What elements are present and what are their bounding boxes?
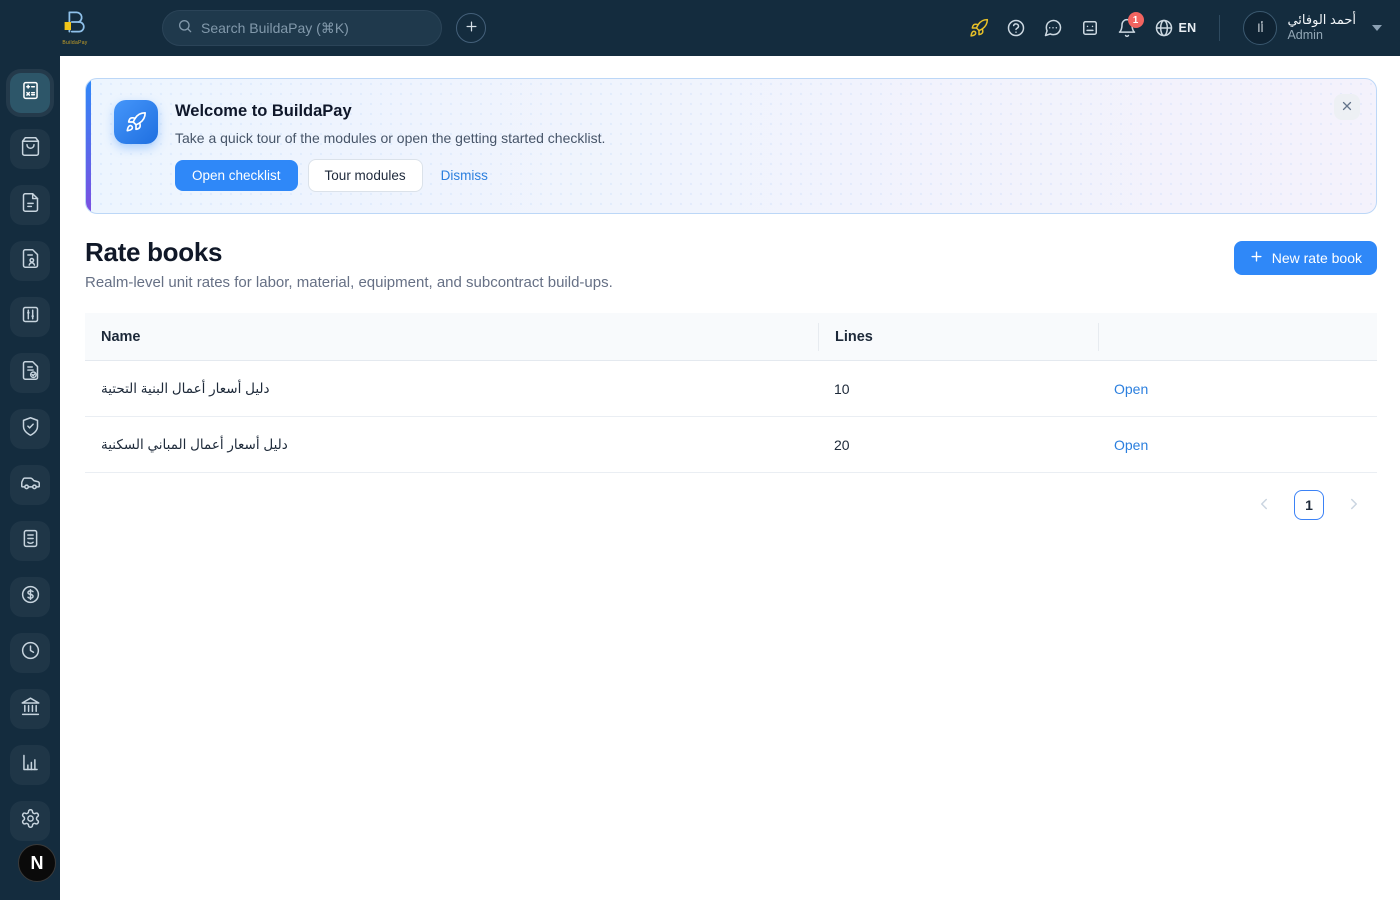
- banner-description: Take a quick tour of the modules or open…: [175, 130, 606, 146]
- open-checklist-button[interactable]: Open checklist: [175, 160, 298, 191]
- sidebar-item-calculator[interactable]: [10, 73, 50, 113]
- sliders-icon: [20, 304, 41, 330]
- sidebar-item-contracts[interactable]: [10, 241, 50, 281]
- sidebar-item-reports[interactable]: [10, 745, 50, 785]
- sidebar-item-payments[interactable]: [10, 577, 50, 617]
- globe-icon: [1154, 18, 1174, 38]
- file-check-icon: [20, 360, 41, 386]
- bar-chart-icon: [20, 752, 41, 778]
- notifications-bell-icon[interactable]: 1: [1117, 12, 1144, 38]
- user-name: أحمد الوفائي: [1287, 12, 1356, 28]
- sidebar-item-time[interactable]: [10, 633, 50, 673]
- sidebar-item-shopping-bag[interactable]: [10, 129, 50, 169]
- pagination-page-1[interactable]: 1: [1294, 490, 1324, 520]
- sidebar-item-documents[interactable]: [10, 185, 50, 225]
- language-label: EN: [1178, 21, 1197, 35]
- tour-rocket-icon[interactable]: [969, 18, 989, 38]
- sidebar-item-settings[interactable]: [10, 801, 50, 841]
- banner-accent-stripe: [86, 79, 91, 213]
- column-header-actions: [1098, 322, 1377, 351]
- pagination-next-button[interactable]: [1345, 495, 1363, 516]
- sidebar-item-compliance[interactable]: [10, 409, 50, 449]
- main-content: Welcome to BuildaPay Take a quick tour o…: [60, 56, 1400, 900]
- sidebar-item-approvals[interactable]: [10, 353, 50, 393]
- rate-book-name: دليل أسعار أعمال البنية التحتية: [101, 380, 270, 396]
- chevron-down-icon: [1372, 25, 1382, 31]
- open-link[interactable]: Open: [1114, 437, 1148, 453]
- shield-check-icon: [20, 416, 41, 442]
- search-input[interactable]: [201, 20, 427, 36]
- language-switcher[interactable]: EN: [1154, 18, 1197, 38]
- chevron-left-icon: [1255, 495, 1273, 516]
- dollar-circle-icon: [20, 584, 41, 610]
- calculator-icon: [20, 80, 41, 106]
- rate-book-lines: 10: [834, 380, 850, 397]
- brand-logo-icon: [61, 10, 89, 39]
- sidebar-item-equipment[interactable]: [10, 465, 50, 505]
- notification-badge: 1: [1127, 12, 1144, 28]
- sidebar: [0, 56, 60, 900]
- sidebar-item-invoices[interactable]: [10, 521, 50, 561]
- banner-title: Welcome to BuildaPay: [175, 102, 352, 120]
- table-header: Name Lines: [85, 313, 1377, 361]
- top-navbar: BuildaPay Search BuildaPay (⌘K) 1 EN أا …: [0, 0, 1400, 56]
- feedback-chat-icon[interactable]: [1043, 18, 1063, 38]
- user-menu[interactable]: أا أحمد الوفائي Admin: [1243, 11, 1382, 45]
- rate-book-name: دليل أسعار أعمال المباني السكنية: [101, 436, 288, 452]
- column-header-lines: Lines: [818, 322, 1098, 351]
- dismiss-link[interactable]: Dismiss: [441, 168, 488, 183]
- car-icon: [20, 472, 41, 498]
- pagination: 1: [85, 490, 1377, 520]
- banner-close-button[interactable]: [1334, 94, 1360, 120]
- file-text-icon: [20, 192, 41, 218]
- new-rate-book-button[interactable]: New rate book: [1233, 241, 1377, 275]
- page-subtitle: Realm-level unit rates for labor, materi…: [85, 274, 613, 291]
- table-row: دليل أسعار أعمال البنية التحتية 10 Open: [85, 361, 1377, 417]
- bank-icon: [20, 696, 41, 722]
- shopping-bag-icon: [20, 136, 41, 162]
- welcome-banner: Welcome to BuildaPay Take a quick tour o…: [85, 78, 1377, 214]
- gear-icon: [20, 808, 41, 834]
- file-user-icon: [20, 248, 41, 274]
- rate-book-lines: 20: [834, 436, 850, 453]
- chevron-right-icon: [1345, 495, 1363, 516]
- search-icon: [177, 18, 193, 39]
- tour-modules-button[interactable]: Tour modules: [307, 159, 423, 192]
- global-search[interactable]: [162, 10, 442, 46]
- nextjs-dev-indicator[interactable]: N: [18, 844, 56, 882]
- sidebar-item-banking[interactable]: [10, 689, 50, 729]
- quick-add-button[interactable]: [456, 13, 486, 43]
- rate-books-table: Name Lines دليل أسعار أعمال البنية التحت…: [85, 313, 1377, 473]
- table-row: دليل أسعار أعمال المباني السكنية 20 Open: [85, 417, 1377, 473]
- plus-icon: [464, 19, 479, 37]
- pagination-prev-button[interactable]: [1255, 495, 1273, 516]
- column-header-name: Name: [101, 328, 141, 345]
- user-role: Admin: [1287, 28, 1323, 43]
- open-link[interactable]: Open: [1114, 381, 1148, 397]
- navbar-divider: [1219, 15, 1221, 41]
- clock-icon: [20, 640, 41, 666]
- avatar: أا: [1243, 11, 1278, 45]
- sidebar-item-controls[interactable]: [10, 297, 50, 337]
- brand-logo-text: BuildaPay: [62, 40, 88, 46]
- close-icon: [1340, 99, 1354, 116]
- help-icon[interactable]: [1006, 18, 1026, 38]
- rocket-icon: [114, 100, 158, 144]
- brand-logo[interactable]: BuildaPay: [54, 10, 96, 46]
- page-title: Rate books: [85, 237, 223, 267]
- docs-reader-icon[interactable]: [1080, 18, 1100, 38]
- plus-icon: [1249, 249, 1264, 267]
- receipt-icon: [20, 528, 41, 554]
